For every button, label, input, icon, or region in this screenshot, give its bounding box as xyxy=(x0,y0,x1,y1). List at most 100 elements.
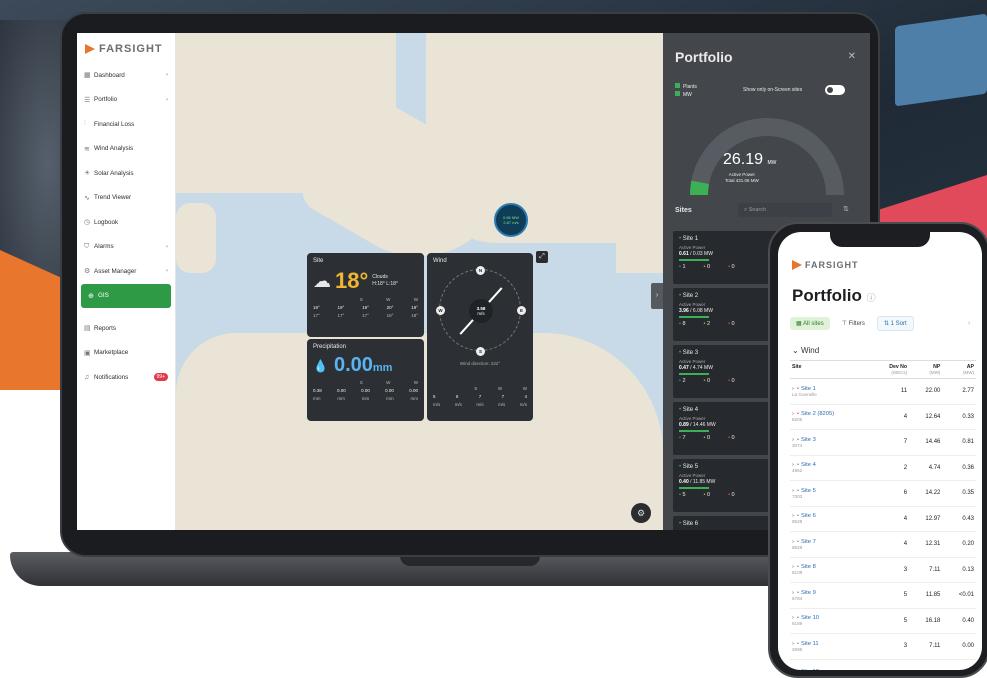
compass-east: E xyxy=(517,306,526,315)
sidebar-item-label: Portfolio xyxy=(94,96,118,104)
chevron-right-icon[interactable]: › xyxy=(792,590,794,596)
chevron-right-icon[interactable]: › xyxy=(792,539,794,545)
column-header[interactable]: Site xyxy=(790,360,871,379)
cell-np: 7.11 xyxy=(909,633,943,660)
status-dot-icon: • xyxy=(796,385,799,392)
site-link[interactable]: Site 2 (8205) xyxy=(801,411,834,417)
table-row[interactable]: › • Site 2 (8205) 8205 4 12.64 0.33 xyxy=(790,404,976,430)
collapse-panel-button[interactable]: › xyxy=(651,283,663,309)
smartphone: FARSIGHT Portfolio ⓘ ▦ All sites ⊤ Filte… xyxy=(768,222,987,678)
cell-ap: 2.77 xyxy=(942,378,976,405)
table-row[interactable]: › • Site 5 7303 6 14.22 0.35 xyxy=(790,480,976,507)
site-link[interactable]: Site 1 xyxy=(801,386,816,392)
chevron-right-icon[interactable]: › xyxy=(792,669,794,670)
column-header[interactable]: Dev No (WECs) xyxy=(870,360,910,379)
site-power-bar xyxy=(679,487,709,489)
sites-search-input[interactable]: ⌕ Search xyxy=(738,203,832,217)
sidebar-item-solar-analysis[interactable]: ☀ Solar Analysis xyxy=(77,161,175,186)
sort-button[interactable]: ⇅ 1 Sort xyxy=(876,316,914,331)
site-cluster-marker[interactable]: 0.66 MW 2.87 m/s xyxy=(494,203,528,237)
cell-dev: 6 xyxy=(870,480,910,507)
table-row[interactable]: › • Site 1 La Guenelle 11 22.00 2.77 xyxy=(790,378,976,405)
chevron-right-icon[interactable]: › xyxy=(792,386,794,392)
table-row[interactable]: › • Site 11 2695 3 7.11 0.00 xyxy=(790,633,976,660)
sidebar-item-label: Financial Loss xyxy=(94,120,135,128)
wind-title: Wind xyxy=(433,258,447,264)
sidebar-item-wind-analysis[interactable]: ≋ Wind Analysis xyxy=(77,137,175,162)
sidebar-item-reports[interactable]: ▤ Reports xyxy=(77,316,175,341)
compass-south: S xyxy=(476,347,485,356)
background-monitor xyxy=(895,13,987,107)
site-link[interactable]: Site 6 xyxy=(801,513,816,519)
table-row[interactable]: › • Site 7 8529 4 12.31 0.20 xyxy=(790,531,976,558)
gis-map[interactable]: 0.66 MW 2.87 m/s ⤢ ⚙ Site ☁ 18° Clouds H… xyxy=(176,33,663,530)
site-link[interactable]: Site 9 xyxy=(801,590,816,596)
sidebar-item-asset-manager[interactable]: ⚙ Asset Manager › xyxy=(77,259,175,284)
info-icon[interactable]: ⓘ xyxy=(867,293,876,303)
site-power-value: 0.89 xyxy=(679,422,689,428)
filters-button[interactable]: ⊤ Filters xyxy=(836,317,871,330)
chevron-right-icon[interactable]: › xyxy=(792,488,794,494)
table-row[interactable]: ›•Site 12 xyxy=(790,659,976,670)
forecast-cell: mm xyxy=(361,396,370,401)
all-sites-chip[interactable]: ▦ All sites xyxy=(790,317,830,330)
wind-forecast-directions: SWW xyxy=(433,386,527,391)
table-row[interactable]: › • Site 10 8189 5 16.18 0.40 xyxy=(790,608,976,634)
chevron-right-icon[interactable]: › xyxy=(968,320,970,327)
wind-group-header[interactable]: ⌄ Wind xyxy=(792,346,819,355)
site-power-bar xyxy=(679,259,709,261)
laptop-hinge-notch xyxy=(400,556,540,566)
map-settings-icon[interactable]: ⚙ xyxy=(631,503,651,523)
column-header[interactable]: AP (MW) xyxy=(942,360,976,379)
site-link[interactable]: Site 7 xyxy=(801,539,816,545)
forecast-cell: m/s xyxy=(498,402,506,407)
table-row[interactable]: › • Site 4 4962 2 4.74 0.36 xyxy=(790,455,976,481)
forecast-cell: S xyxy=(359,297,363,302)
expand-icon[interactable]: ⤢ xyxy=(536,251,548,263)
chevron-right-icon[interactable]: › xyxy=(792,437,794,443)
table-row[interactable]: › • Site 6 8528 4 12.97 0.43 xyxy=(790,506,976,532)
status-count-ok: • 1 xyxy=(679,264,686,270)
sidebar-item-gis[interactable]: ⊕ GIS xyxy=(81,283,171,308)
site-link[interactable]: Site 12 xyxy=(801,669,819,670)
sidebar-item-alarms[interactable]: ⛉ Alarms › xyxy=(77,235,175,260)
cell-ap: 0.00 xyxy=(942,633,976,660)
sidebar-item-dashboard[interactable]: ▦ Dashboard › xyxy=(77,63,175,88)
sidebar-item-logbook[interactable]: ◷ Logbook xyxy=(77,210,175,235)
sidebar-item-trend-viewer[interactable]: ∿ Trend Viewer xyxy=(77,186,175,211)
cell-ap xyxy=(942,659,976,670)
phone-farsight-logo[interactable]: FARSIGHT xyxy=(792,260,859,270)
forecast-cell: m/s xyxy=(476,402,484,407)
site-cell: › • Site 3 3074 xyxy=(790,429,871,456)
sidebar-item-portfolio[interactable]: ☰ Portfolio › xyxy=(77,88,175,113)
table-row[interactable]: › • Site 9 6784 5 11.85 <0.01 xyxy=(790,582,976,609)
site-link[interactable]: Site 4 xyxy=(801,462,816,468)
forecast-cell: 18° xyxy=(386,313,394,318)
sidebar-item-label: Logbook xyxy=(94,218,119,226)
column-header[interactable]: NP (MW) xyxy=(909,360,943,379)
onscreen-toggle[interactable] xyxy=(825,85,845,95)
close-icon[interactable]: ✕ xyxy=(848,51,856,62)
forecast-cell: 7 xyxy=(478,394,482,399)
wind-panel: Wind N E S W 3.58 m/s Wind direction: 22… xyxy=(427,253,533,421)
forecast-cell: 19° xyxy=(337,305,345,310)
forecast-cell: 0.00 xyxy=(337,388,346,393)
table-row[interactable]: › • Site 8 8109 3 7.11 0.13 xyxy=(790,557,976,583)
forecast-cell: 18° xyxy=(411,313,418,318)
site-link[interactable]: Site 10 xyxy=(801,615,819,621)
sidebar-item-financial-loss[interactable]: ⫶ Financial Loss xyxy=(77,112,175,137)
farsight-logo[interactable]: FARSIGHT xyxy=(77,33,175,63)
site-link[interactable]: Site 3 xyxy=(801,437,816,443)
table-row[interactable]: › • Site 3 3074 7 14.46 0.81 xyxy=(790,429,976,456)
precipitation-panel: Precipitation 💧 0.00mm SWW 0.38 0.00 0.00 0… xyxy=(307,339,424,421)
site-link[interactable]: Site 11 xyxy=(801,641,819,647)
site-link[interactable]: Site 8 xyxy=(801,564,816,570)
site-power-value: 0.61 xyxy=(679,251,689,257)
map-land-sardinia xyxy=(176,203,216,273)
chevron-right-icon[interactable]: › xyxy=(792,641,794,647)
sort-icon[interactable]: ⇅ xyxy=(843,205,849,213)
forecast-cell: 0.00 xyxy=(385,388,394,393)
sidebar-item-notifications[interactable]: ♫ Notifications 99+ xyxy=(77,365,175,390)
sidebar-item-marketplace[interactable]: ▣ Marketplace xyxy=(77,341,175,366)
site-link[interactable]: Site 5 xyxy=(801,488,816,494)
